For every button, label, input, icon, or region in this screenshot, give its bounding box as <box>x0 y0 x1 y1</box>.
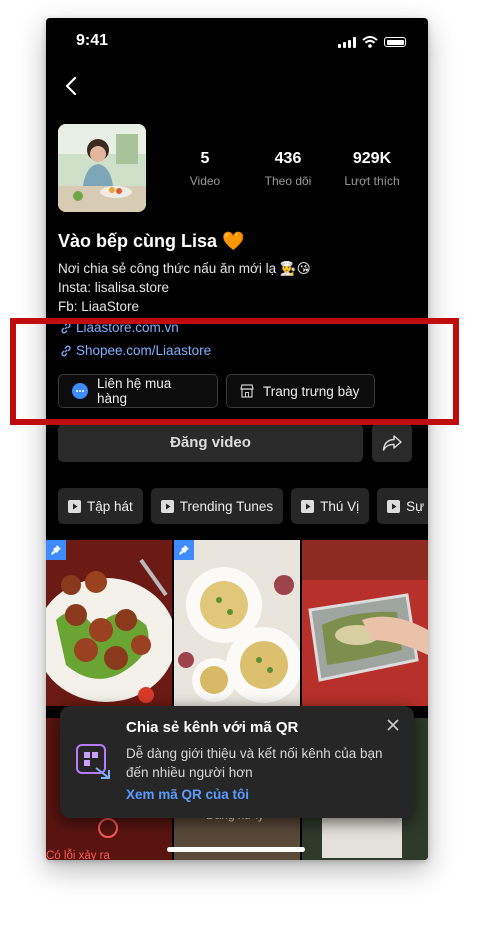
toast-body: Dễ dàng giới thiệu và kết nối kênh của b… <box>126 746 383 780</box>
stat-value: 436 <box>274 150 302 167</box>
playlist-row: Tập hát Trending Tunes Thú Vị Sự <box>58 488 428 524</box>
playlist-label: Tập hát <box>87 498 133 514</box>
avatar[interactable] <box>58 124 146 212</box>
pin-icon <box>179 545 189 555</box>
heart-emoji: 🧡 <box>222 231 245 251</box>
stat-label: Theo dõi <box>264 174 312 188</box>
pasta-dish-image <box>174 540 300 706</box>
close-icon[interactable] <box>386 718 400 732</box>
channel-name: Vào bếp cùng Lisa 🧡 <box>58 231 244 252</box>
pin-badge <box>46 540 66 560</box>
playlist-chip[interactable]: Thú Vị <box>291 488 370 524</box>
share-icon <box>382 435 402 451</box>
highlight-frame <box>10 318 459 425</box>
view-qr-link[interactable]: Xem mã QR của tôi <box>126 787 249 802</box>
stat-likes[interactable]: 929K Lượt thích <box>332 150 412 188</box>
share-button[interactable] <box>372 424 412 462</box>
stat-value: 5 <box>200 150 210 167</box>
stat-value: 929K <box>352 150 392 167</box>
playlist-label: Thú Vị <box>320 498 360 514</box>
stat-videos[interactable]: 5 Video <box>165 150 245 188</box>
status-time: 9:41 <box>76 32 109 49</box>
stat-following[interactable]: 436 Theo dõi <box>248 150 328 188</box>
battery-icon <box>384 37 406 47</box>
food-container-image <box>302 540 428 706</box>
qr-share-toast[interactable]: Chia sẻ kênh với mã QR Dễ dàng giới thiệ… <box>60 706 414 818</box>
stat-label: Video <box>189 174 221 188</box>
meatball-dish-image <box>46 540 172 706</box>
upload-video-button[interactable]: Đăng video <box>58 424 363 462</box>
playlist-icon <box>387 499 401 513</box>
channel-name-text: Vào bếp cùng Lisa <box>58 231 218 251</box>
playlist-chip[interactable]: Trending Tunes <box>150 488 284 524</box>
home-indicator <box>167 847 305 852</box>
bio-line: Nơi chia sẻ công thức nấu ăn mới lạ 👨‍🍳😘 <box>58 261 311 276</box>
playlist-label: Trending Tunes <box>179 498 274 514</box>
qr-icon <box>76 744 110 779</box>
pin-icon <box>51 545 61 555</box>
video-thumbnail[interactable] <box>302 540 428 706</box>
wifi-icon <box>362 36 378 48</box>
playlist-chip[interactable]: Sự <box>377 488 428 524</box>
video-thumbnail[interactable] <box>46 540 172 706</box>
bio-line: Insta: lisalisa.store <box>58 280 170 295</box>
pin-badge <box>174 540 194 560</box>
playlist-chip[interactable]: Tập hát <box>58 488 143 524</box>
playlist-icon <box>160 499 174 513</box>
playlist-icon <box>68 499 81 513</box>
error-label: Có lỗi xảy ra <box>46 850 110 860</box>
back-arrow-icon[interactable] <box>62 76 82 96</box>
stat-label: Lượt thích <box>344 174 400 188</box>
playlist-icon <box>301 499 315 513</box>
playlist-label: Sự <box>406 498 425 514</box>
phone-screen: 9:41 5 Video 436 Theo dõi 929K Lượt thíc… <box>46 18 428 860</box>
signal-icon <box>338 36 356 48</box>
status-icons <box>338 36 406 48</box>
bio-line: Fb: LiaaStore <box>58 299 140 314</box>
video-thumbnail[interactable] <box>174 540 300 706</box>
toast-title: Chia sẻ kênh với mã QR <box>126 719 299 736</box>
status-bar: 9:41 <box>46 30 428 54</box>
